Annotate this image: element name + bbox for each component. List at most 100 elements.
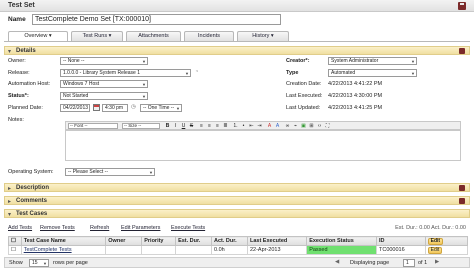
numbered-list-icon[interactable]: ⒈: [232, 123, 239, 129]
row-checkbox[interactable]: ☐: [8, 245, 22, 255]
description-section-header[interactable]: ▸ Description: [4, 183, 470, 192]
release-label: Release:: [8, 70, 30, 76]
collapse-icon[interactable]: ▸: [8, 198, 11, 205]
add-tests-button[interactable]: Add Tests: [8, 225, 32, 231]
indent-icon[interactable]: ⇥: [256, 123, 263, 129]
strikethrough-icon[interactable]: S: [188, 123, 195, 129]
underline-icon[interactable]: U: [180, 123, 187, 129]
size-select[interactable]: -- Size --: [122, 123, 160, 129]
font-select[interactable]: -- Font --: [68, 123, 118, 129]
remove-tests-button[interactable]: Remove Tests: [40, 225, 75, 231]
planned-date-input[interactable]: 04/22/2013: [60, 104, 90, 112]
fullscreen-icon[interactable]: ⛶: [324, 123, 331, 129]
chevron-down-icon: ▼: [411, 71, 415, 76]
column-header[interactable]: Owner: [105, 236, 143, 246]
release-link-icon[interactable]: ◔: [195, 69, 198, 75]
tab-incidents[interactable]: Incidents: [184, 31, 234, 41]
refresh-button[interactable]: Refresh: [90, 225, 109, 231]
test-cases-table: ☐ Test Case Name Owner Priority Est. Dur…: [8, 236, 469, 255]
calendar-icon[interactable]: [93, 104, 100, 111]
collapse-icon[interactable]: ▾: [8, 211, 11, 218]
execute-tests-button[interactable]: Execute Tests: [171, 225, 205, 231]
highlight-icon[interactable]: A: [274, 123, 281, 129]
test-cases-title: Test Cases: [16, 211, 48, 217]
last-updated-label: Last Updated:: [286, 105, 321, 111]
test-case-name-link[interactable]: TestComplete Tests: [20, 245, 107, 255]
edit-row-button[interactable]: Edit: [427, 246, 443, 254]
tab-test-runs[interactable]: Test Runs ▾: [71, 31, 123, 41]
type-select[interactable]: Automated ▼: [328, 69, 417, 77]
bulleted-list-icon[interactable]: •: [240, 123, 247, 129]
automation-host-label: Automation Host:: [8, 81, 51, 87]
comments-section-header[interactable]: ▸ Comments: [4, 196, 470, 205]
column-header[interactable]: Last Executed: [246, 236, 308, 246]
align-right-icon[interactable]: ≡: [214, 123, 221, 129]
next-page-icon[interactable]: ▶: [435, 259, 439, 265]
type-label: Type: [286, 70, 299, 76]
status-select[interactable]: Not Started ▼: [60, 92, 148, 100]
planned-date-label: Planned Date:: [8, 105, 43, 111]
outdent-icon[interactable]: ⇤: [248, 123, 255, 129]
priority-cell: [141, 245, 177, 255]
table-row: ☐ TestComplete Tests 0.0h 22-Apr-2013 Pa…: [8, 245, 469, 255]
rows-per-page-select[interactable]: 15 ▼: [29, 259, 49, 267]
name-row: Name TestComplete Demo Set [TX:000010]: [6, 14, 468, 26]
image-icon[interactable]: ▣: [300, 123, 307, 129]
clock-icon[interactable]: ◷: [131, 104, 136, 110]
column-header[interactable]: Act. Dur.: [211, 236, 248, 246]
name-input[interactable]: TestComplete Demo Set [TX:000010]: [32, 14, 281, 25]
rows-per-page-label: rows per page: [53, 260, 88, 266]
align-left-icon[interactable]: ≡: [198, 123, 205, 129]
creation-date-label: Creation Date:: [286, 81, 322, 87]
est-duration-cell: [175, 245, 213, 255]
planned-time-input[interactable]: 4:30 pm: [102, 104, 128, 112]
edit-parameters-button[interactable]: Edit Parameters: [121, 225, 160, 231]
one-time-select[interactable]: -- One Time -- ▼: [140, 104, 182, 112]
source-icon[interactable]: ‹›: [316, 123, 323, 129]
chevron-down-icon: ▼: [185, 71, 189, 76]
chevron-down-icon: ▼: [142, 59, 146, 64]
save-icon[interactable]: [458, 2, 466, 10]
owner-select[interactable]: -- None -- ▼: [60, 57, 148, 65]
automation-host-select[interactable]: Windows 7 Host ▼: [60, 80, 148, 88]
unlink-icon[interactable]: ⌁: [292, 123, 299, 129]
column-header[interactable]: ID: [375, 236, 426, 246]
tab-overview[interactable]: Overview ▾: [8, 31, 68, 41]
column-header[interactable]: Test Case Name: [20, 236, 107, 246]
test-cases-section-header[interactable]: ▾ Test Cases: [4, 209, 470, 218]
collapse-icon[interactable]: ▸: [8, 185, 11, 192]
column-header[interactable]: Priority: [141, 236, 177, 246]
page-number-input[interactable]: 1: [403, 259, 415, 267]
select-all-checkbox[interactable]: ☐: [8, 236, 22, 246]
creator-select[interactable]: System Administrator ▼: [328, 57, 417, 65]
collapse-icon[interactable]: ▾: [8, 48, 11, 55]
bold-icon[interactable]: B: [164, 123, 171, 129]
save-icon[interactable]: [459, 185, 465, 191]
column-header[interactable]: Execution Status: [306, 236, 377, 246]
justify-icon[interactable]: ≣: [222, 123, 229, 129]
filter-edit-button[interactable]: Edit: [427, 237, 444, 245]
owner-label: Owner:: [8, 58, 26, 64]
release-select[interactable]: 1.0.0.0 - Library System Release 1 ▼: [60, 69, 191, 77]
notes-editor[interactable]: [65, 130, 461, 161]
operating-system-select[interactable]: -- Please Select -- ▼: [65, 168, 155, 176]
tab-history[interactable]: History ▾: [237, 31, 289, 41]
last-executed-label: Last Executed:: [286, 93, 323, 99]
id-cell: TC000016: [375, 245, 426, 255]
details-section-header[interactable]: ▾ Details: [4, 46, 470, 55]
chevron-down-icon: ▼: [142, 82, 146, 87]
notes-editor-toolbar: -- Font -- -- Size -- B I U S ≡ ≡ ≡ ≣ ⒈ …: [65, 121, 461, 130]
previous-page-icon[interactable]: ◀: [335, 259, 339, 265]
text-color-icon[interactable]: A: [266, 123, 273, 129]
save-icon[interactable]: [459, 198, 465, 204]
italic-icon[interactable]: I: [172, 123, 179, 129]
status-label: Status*:: [8, 93, 29, 99]
chevron-down-icon: ▼: [176, 106, 180, 111]
link-icon[interactable]: ∞: [284, 123, 291, 129]
tab-attachments[interactable]: Attachments: [126, 31, 181, 41]
save-icon[interactable]: [459, 48, 465, 54]
column-header[interactable]: Est. Dur.: [175, 236, 213, 246]
table-icon[interactable]: ⊞: [308, 123, 315, 129]
chevron-down-icon: ▼: [43, 261, 47, 266]
align-center-icon[interactable]: ≡: [206, 123, 213, 129]
